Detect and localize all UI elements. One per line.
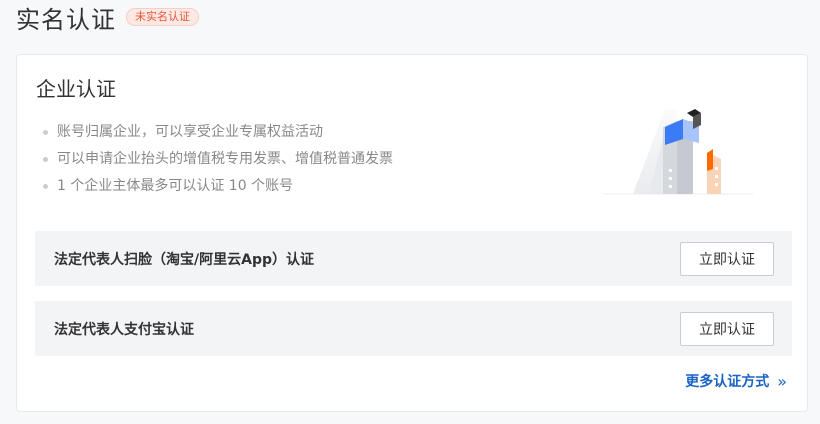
method-label: 法定代表人扫脸（淘宝/阿里云App）认证 (54, 251, 314, 268)
benefit-item: 1 个企业主体最多可以认证 10 个账号 (43, 173, 393, 200)
enterprise-verification-card: 企业认证 账号归属企业，可以享受企业专属权益活动 可以申请企业抬头的增值税专用发… (16, 54, 808, 412)
bullet-dot-icon (43, 184, 48, 189)
benefit-item: 可以申请企业抬头的增值税专用发票、增值税普通发票 (43, 146, 393, 173)
more-verification-methods-link[interactable]: 更多认证方式 » (685, 371, 787, 391)
page-header: 实名认证 未实名认证 (16, 0, 199, 34)
more-link-label: 更多认证方式 (685, 374, 770, 390)
benefits-list: 账号归属企业，可以享受企业专属权益活动 可以申请企业抬头的增值税专用发票、增值税… (43, 119, 393, 200)
method-row-alipay: 法定代表人支付宝认证 立即认证 (35, 301, 792, 356)
verify-now-button[interactable]: 立即认证 (680, 241, 774, 276)
verify-now-button[interactable]: 立即认证 (680, 311, 774, 346)
method-row-face-scan: 法定代表人扫脸（淘宝/阿里云App）认证 立即认证 (35, 231, 792, 286)
status-badge: 未实名认证 (126, 8, 199, 26)
double-chevron-right-icon: » (777, 371, 787, 391)
building-illustration (603, 109, 753, 195)
bullet-dot-icon (43, 157, 48, 162)
method-label: 法定代表人支付宝认证 (54, 321, 194, 338)
benefit-item: 账号归属企业，可以享受企业专属权益活动 (43, 119, 393, 146)
card-title: 企业认证 (36, 77, 116, 101)
bullet-dot-icon (43, 130, 48, 135)
page-title: 实名认证 (16, 5, 116, 34)
